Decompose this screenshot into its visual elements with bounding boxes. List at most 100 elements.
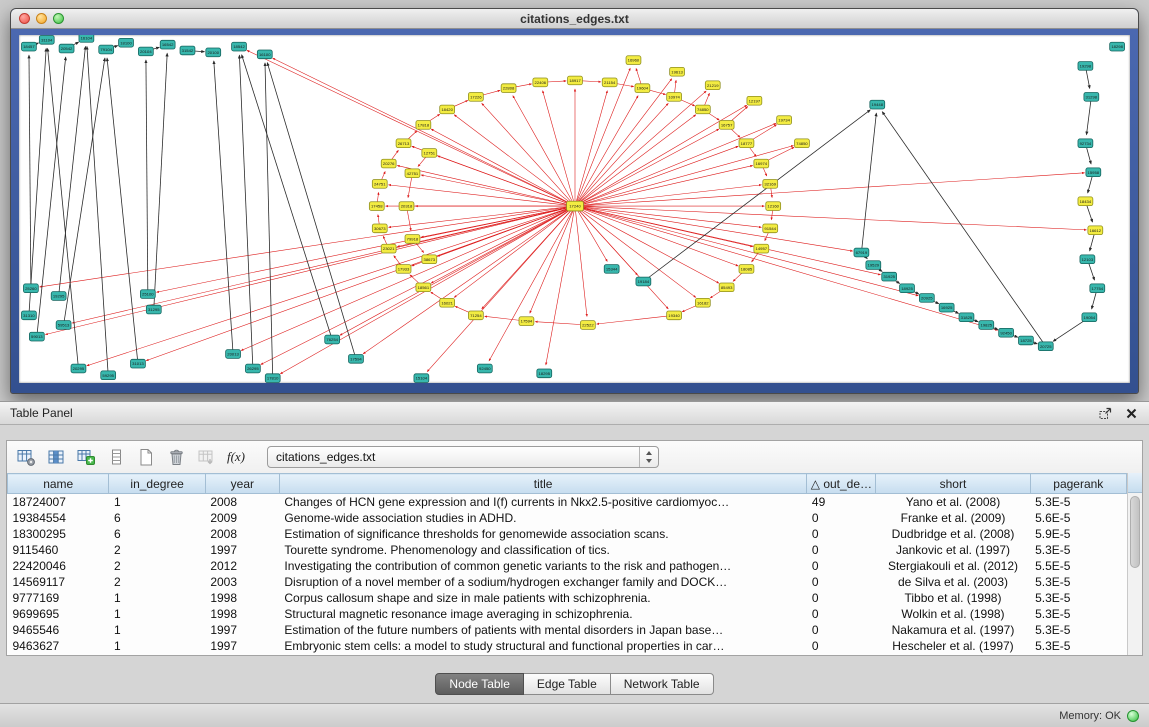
delete-icon[interactable] [165, 446, 187, 468]
table-header-row: namein_degreeyeartitle△ out_de…shortpage… [8, 474, 1127, 494]
table-row[interactable]: 946362711997Embryonic stem cells: a mode… [8, 638, 1127, 654]
graph-node-label: 18917 [569, 78, 581, 83]
table-row[interactable]: 969969511998Structural magnetic resonanc… [8, 606, 1127, 622]
graph-edge [575, 206, 587, 316]
graph-edge [146, 206, 575, 361]
graph-node-label: 59295 [102, 373, 114, 378]
table-row[interactable]: 1938455462009Genome-wide association stu… [8, 510, 1127, 526]
column-header-in_degree[interactable]: in_degree [109, 474, 205, 494]
table-row[interactable]: 977716911998Corpus callosum shape and si… [8, 590, 1127, 606]
cell: 0 [807, 590, 876, 606]
graph-edge [241, 206, 575, 350]
graph-node-label: 17458 [371, 204, 383, 209]
graph-node-label: 31104 [41, 37, 53, 42]
table-mode-icon[interactable] [15, 446, 37, 468]
table-row[interactable]: 1872400712008Changes of HCN gene express… [8, 494, 1127, 511]
graph-node-label: 18777 [741, 141, 753, 146]
graph-node-label: 71254 [470, 313, 482, 318]
graph-node-label: 20725 [1040, 344, 1052, 349]
close-window-icon[interactable] [19, 13, 30, 24]
graph-node-label: 20013 [227, 352, 239, 357]
cell: Franke et al. (2009) [876, 510, 1030, 526]
cell: 9463627 [8, 638, 109, 654]
graph-node-label: 30673 [374, 226, 386, 231]
select-columns-icon[interactable] [45, 446, 67, 468]
scrollbar-thumb[interactable] [1130, 496, 1140, 568]
graph-node-label: 12197 [749, 98, 761, 103]
table-scrollbar[interactable] [1127, 473, 1142, 655]
graph-node-label: 18085 [741, 267, 753, 272]
minimize-window-icon[interactable] [36, 13, 47, 24]
table-row[interactable]: 1830029562008Estimation of significance … [8, 526, 1127, 542]
graph-node-label: 16960 [628, 58, 640, 63]
graph-node-label: 21219 [707, 83, 719, 88]
graph-edge [882, 112, 1045, 346]
graph-node-label: 17226 [470, 94, 482, 99]
graph-node-label: 59013 [31, 334, 43, 339]
float-window-icon[interactable] [1097, 405, 1113, 421]
table-row[interactable]: 2242004622012Investigating the contribut… [8, 558, 1127, 574]
cell: 1998 [205, 606, 279, 622]
cell: 9699695 [8, 606, 109, 622]
cell: 0 [807, 606, 876, 622]
tab-network-table[interactable]: Network Table [611, 673, 714, 695]
cell: Tibbo et al. (1998) [876, 590, 1030, 606]
graph-node-label: 31542 [182, 48, 194, 53]
graph-node-label: 42751 [407, 171, 419, 176]
graph-node-label: 18561 [418, 285, 430, 290]
graph-node-label: 19340 [668, 313, 680, 318]
column-header-out_de[interactable]: △ out_de… [807, 474, 876, 494]
graph-node-label: 18434 [1080, 199, 1092, 204]
status-bar: Memory: OK [0, 703, 1149, 727]
close-panel-icon[interactable] [1123, 405, 1139, 421]
table-row[interactable]: 946554611997Estimation of the future num… [8, 622, 1127, 638]
tab-edge-table[interactable]: Edge Table [524, 673, 611, 695]
graph-node-label: 25100 [142, 292, 154, 297]
column-header-title[interactable]: title [279, 474, 807, 494]
graph-node-label: 74850 [697, 107, 709, 112]
window-titlebar[interactable]: citations_edges.txt [11, 9, 1138, 29]
zoom-window-icon[interactable] [53, 13, 64, 24]
graph-edge [546, 206, 575, 365]
function-icon[interactable]: f(x) [225, 446, 247, 468]
application-desktop: citations_edges.txt 17240189172115419604… [0, 0, 1149, 727]
column-header-name[interactable]: name [8, 474, 109, 494]
graph-node-label: 16612 [1090, 228, 1102, 233]
graph-node-label: 31013 [132, 361, 144, 366]
cell: 0 [807, 542, 876, 558]
graph-edge [389, 185, 575, 206]
graph-node-label: 22522 [582, 323, 594, 328]
graph-node-label: 12103 [1082, 257, 1094, 262]
new-document-icon[interactable] [135, 446, 157, 468]
table-row[interactable]: 911546021997Tourette syndrome. Phenomeno… [8, 542, 1127, 558]
import-table-icon[interactable] [195, 446, 217, 468]
graph-node-label: 17810 [267, 376, 279, 381]
graph-edge [107, 58, 138, 364]
cell: 0 [807, 638, 876, 654]
graph-node-label: 19825 [981, 323, 993, 328]
memory-status-label: Memory: OK [1059, 710, 1121, 722]
cell: 5.9E-5 [1030, 526, 1126, 542]
cell: 1 [109, 606, 205, 622]
node-table: namein_degreeyeartitle△ out_de…shortpage… [7, 473, 1127, 654]
graph-node-label: 91544 [764, 226, 776, 231]
network-canvas[interactable]: 1724018917211541960410974748501675718777… [19, 35, 1130, 383]
graph-node-label: 18925 [901, 286, 913, 291]
table-row[interactable]: 1456911722003Disruption of a novel membe… [8, 574, 1127, 590]
tab-node-table[interactable]: Node Table [435, 673, 524, 695]
table-selector-dropdown[interactable]: citations_edges.txt [267, 446, 659, 468]
graph-edge [575, 146, 793, 206]
cell: de Silva et al. (2003) [876, 574, 1030, 590]
cell: 5.3E-5 [1030, 606, 1126, 622]
column-header-pagerank[interactable]: pagerank [1030, 474, 1126, 494]
graph-node-label: 19295 [53, 294, 65, 299]
graph-node-label: 19448 [871, 102, 883, 107]
edit-table-icon[interactable] [75, 446, 97, 468]
column-header-short[interactable]: short [876, 474, 1030, 494]
graph-node-label: 92450 [479, 366, 491, 371]
table-area: namein_degreeyeartitle△ out_de…shortpage… [7, 473, 1142, 655]
window-title: citations_edges.txt [520, 12, 629, 26]
column-header-year[interactable]: year [205, 474, 279, 494]
graph-node-label: 92450 [1000, 330, 1012, 335]
rows-icon[interactable] [105, 446, 127, 468]
